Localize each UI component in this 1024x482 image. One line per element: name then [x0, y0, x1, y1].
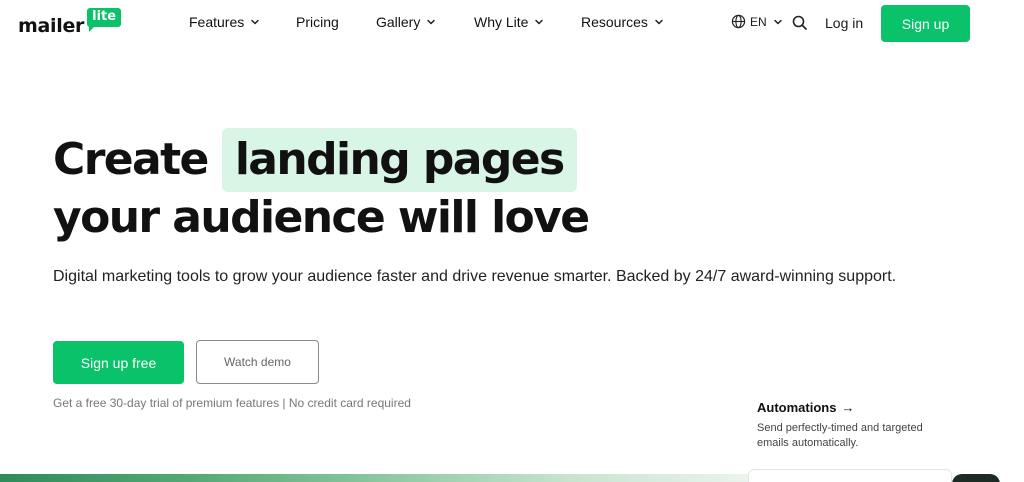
- hero-image-strip: [0, 474, 760, 482]
- language-label: EN: [750, 14, 767, 29]
- headline-start: Create: [53, 134, 209, 185]
- dark-card-edge: [952, 474, 1000, 482]
- chevron-down-icon: [250, 17, 260, 27]
- search-icon[interactable]: [791, 14, 809, 32]
- feature-title: Automations: [757, 400, 837, 415]
- trial-note: Get a free 30-day trial of premium featu…: [53, 396, 411, 410]
- language-selector[interactable]: EN: [731, 14, 783, 29]
- watch-demo-button[interactable]: Watch demo: [196, 340, 319, 384]
- feature-card-edge: [748, 469, 952, 482]
- nav-item-label: Gallery: [376, 14, 421, 30]
- signup-free-button[interactable]: Sign up free: [53, 341, 184, 384]
- globe-icon: [731, 14, 746, 29]
- hero-headline: Create landing pages: [53, 128, 577, 192]
- mailerlite-logo[interactable]: mailer lite: [18, 8, 122, 37]
- login-link[interactable]: Log in: [825, 15, 863, 31]
- nav-item-label: Features: [189, 14, 245, 30]
- nav-item-label: Why Lite: [474, 14, 529, 30]
- logo-wordmark: mailer: [18, 15, 85, 37]
- nav-item-pricing[interactable]: Pricing: [296, 14, 339, 30]
- arrow-right-icon: →: [841, 400, 855, 415]
- nav-item-why-lite[interactable]: Why Lite: [474, 14, 544, 30]
- feature-automations-link[interactable]: Automations →: [757, 400, 854, 415]
- top-navigation: mailer lite Features Pricing Gallery Why…: [0, 0, 1024, 46]
- chevron-down-icon: [426, 17, 436, 27]
- nav-item-label: Pricing: [296, 14, 339, 30]
- chevron-down-icon: [654, 17, 664, 27]
- chevron-down-icon: [773, 17, 783, 27]
- nav-item-resources[interactable]: Resources: [581, 14, 664, 30]
- signup-button[interactable]: Sign up: [881, 5, 970, 42]
- nav-item-label: Resources: [581, 14, 648, 30]
- headline-end: your audience will love: [53, 192, 590, 243]
- nav-item-gallery[interactable]: Gallery: [376, 14, 436, 30]
- hero-subtitle: Digital marketing tools to grow your aud…: [53, 268, 897, 285]
- chevron-down-icon: [534, 17, 544, 27]
- nav-item-features[interactable]: Features: [189, 14, 260, 30]
- logo-badge: lite: [87, 8, 122, 32]
- feature-description: Send perfectly-timed and targeted emails…: [757, 422, 923, 449]
- headline-highlight: landing pages: [221, 128, 577, 192]
